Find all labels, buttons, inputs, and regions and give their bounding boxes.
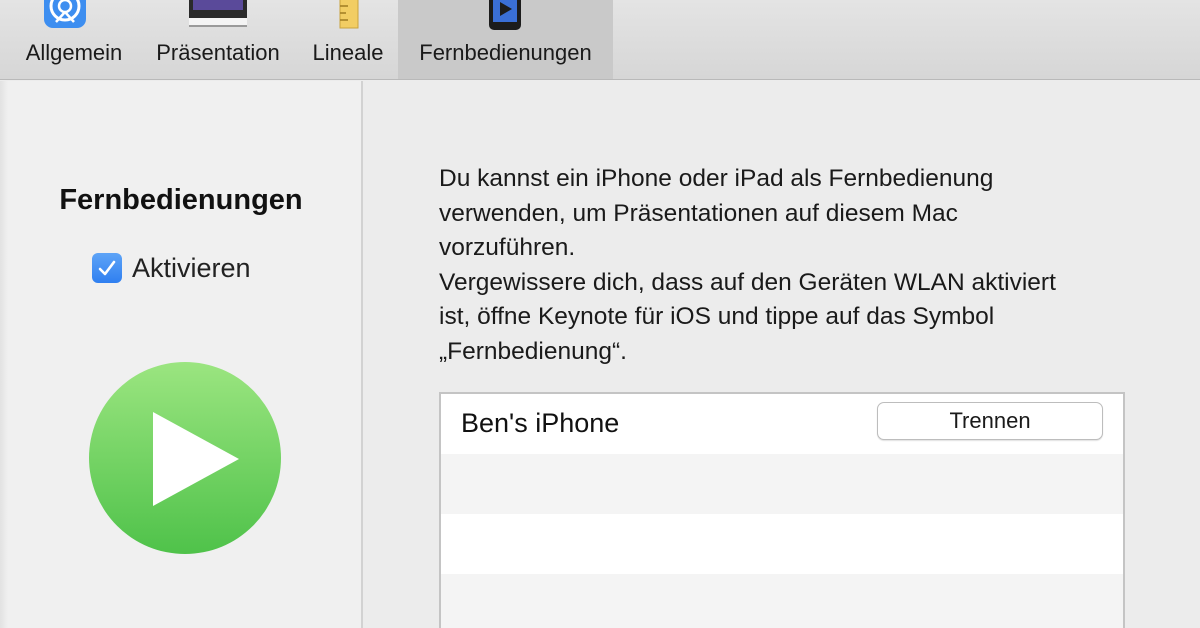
sidebar-shadow — [0, 81, 8, 628]
table-row — [441, 514, 1123, 574]
device-name: Ben's iPhone — [461, 408, 620, 438]
description-paragraph-2: Vergewissere dich, dass auf den Geräten … — [439, 268, 1056, 365]
description-paragraph-1: Du kannst ein iPhone oder iPad als Fernb… — [439, 165, 994, 261]
panel-divider — [361, 81, 363, 628]
device-list: Ben's iPhone Trennen — [439, 392, 1125, 628]
description-text: Du kannst ein iPhone oder iPad als Fernb… — [439, 162, 1139, 369]
play-icon — [89, 362, 281, 554]
disconnect-button[interactable]: Trennen — [877, 402, 1103, 440]
aktivieren-checkbox[interactable] — [92, 253, 122, 283]
aktivieren-label: Aktivieren — [132, 252, 251, 283]
gear-icon — [44, 0, 86, 28]
tab-praesentation-label: Präsentation — [156, 40, 280, 65]
table-row[interactable]: Ben's iPhone Trennen — [441, 394, 1123, 454]
table-row — [441, 454, 1123, 514]
tab-allgemein[interactable]: Allgemein — [12, 0, 136, 79]
tab-lineale[interactable]: Lineale — [302, 0, 394, 79]
preferences-toolbar: Allgemein Präsentation Lineale Fernbedie… — [0, 0, 1200, 80]
tab-fernbedienungen-label: Fernbedienungen — [419, 40, 592, 65]
tab-praesentation[interactable]: Präsentation — [142, 0, 294, 79]
presentation-icon — [189, 0, 247, 27]
remote-iphone-icon — [489, 0, 521, 30]
tab-fernbedienungen[interactable]: Fernbedienungen — [398, 0, 613, 79]
tab-lineale-label: Lineale — [312, 40, 384, 65]
aktivieren-checkbox-row[interactable]: Aktivieren — [92, 251, 251, 285]
checkmark-icon — [98, 260, 116, 276]
sidebar-title: Fernbedienungen — [59, 184, 303, 216]
table-row — [441, 574, 1123, 628]
ruler-icon — [339, 0, 359, 29]
tab-allgemein-label: Allgemein — [25, 40, 123, 65]
